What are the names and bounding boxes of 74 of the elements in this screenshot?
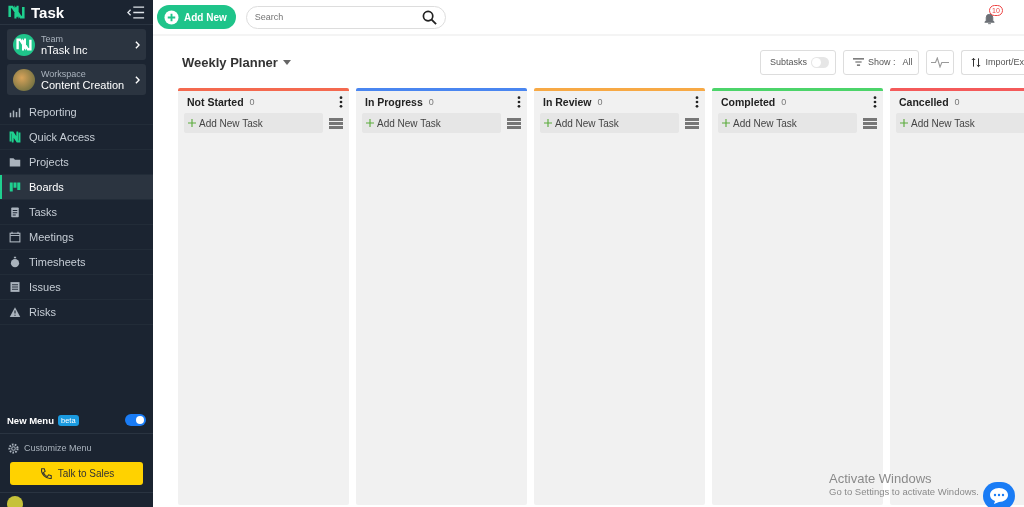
import-export-button[interactable]: Import/Ex	[961, 49, 1024, 75]
nav-item[interactable]: Issues	[0, 275, 153, 300]
team-name: nTask Inc	[41, 44, 88, 56]
logo-icon	[9, 131, 21, 143]
workspace-switcher[interactable]: Workspace Content Creation	[7, 64, 146, 95]
more-options-icon[interactable]	[517, 96, 521, 108]
new-menu-toggle[interactable]	[125, 414, 146, 426]
brand-name: Task	[31, 3, 65, 21]
column-count: 0	[597, 97, 603, 107]
team-avatar-icon	[13, 33, 35, 56]
chat-bubble-icon	[989, 487, 1009, 505]
nav-item[interactable]: Boards	[0, 175, 153, 200]
planner-title-dropdown[interactable]: Weekly Planner	[182, 54, 291, 70]
sort-arrows-icon	[971, 56, 982, 68]
show-filter[interactable]: Show : All	[842, 49, 920, 75]
more-options-icon[interactable]	[695, 96, 699, 108]
add-task-button[interactable]: Add New Task	[184, 113, 323, 133]
list-icon	[9, 281, 21, 293]
add-task-button[interactable]: Add New Task	[718, 113, 857, 133]
column-count: 0	[781, 97, 787, 107]
activity-button[interactable]	[926, 49, 955, 75]
plus-icon	[188, 119, 196, 127]
search-field[interactable]: Search	[245, 5, 446, 29]
plus-circle-icon	[164, 9, 179, 25]
chevron-icon	[135, 75, 140, 84]
plus-icon	[544, 119, 552, 127]
logo-icon	[8, 5, 25, 19]
pulse-icon	[931, 56, 950, 68]
workspace-caption: Workspace	[41, 68, 87, 80]
team-caption: Team	[41, 33, 64, 45]
calendar-icon	[9, 231, 21, 243]
gear-icon	[7, 441, 20, 455]
new-menu-label: New Menu	[7, 414, 54, 426]
talk-to-sales-button[interactable]: Talk to Sales	[10, 462, 143, 485]
add-task-button[interactable]: Add New Task	[362, 113, 501, 133]
collapse-menu-icon[interactable]	[127, 5, 145, 19]
column-count: 0	[428, 97, 434, 107]
customize-menu-link[interactable]: Customize Menu	[0, 437, 153, 459]
column-count: 0	[954, 97, 960, 107]
chevron-icon	[135, 40, 140, 49]
workspace-name: Content Creation	[41, 79, 125, 91]
bulk-add-icon[interactable]	[507, 117, 521, 129]
column-title: In Review	[543, 96, 592, 108]
activation-notice-text: Go to Settings to activate Windows.	[829, 486, 979, 497]
add-task-button[interactable]: Add New Task	[896, 113, 1024, 133]
column-title: In Progress	[365, 96, 423, 108]
column-count: 0	[249, 97, 255, 107]
more-options-icon[interactable]	[873, 96, 877, 108]
team-switcher[interactable]: Team nTask Inc	[7, 29, 146, 60]
filter-icon	[852, 58, 864, 66]
board-icon	[9, 181, 21, 193]
chat-button[interactable]	[983, 482, 1015, 507]
stopwatch-icon	[9, 256, 21, 268]
plus-icon	[722, 119, 730, 127]
column-title: Cancelled	[899, 96, 949, 108]
column-title: Not Started	[187, 96, 244, 108]
clipboard-icon	[9, 206, 21, 218]
more-options-icon[interactable]	[339, 96, 343, 108]
activation-notice-title: Activate Windows	[829, 471, 933, 486]
bulk-add-icon[interactable]	[863, 117, 877, 129]
caret-icon	[282, 59, 291, 65]
chart-icon	[9, 106, 21, 118]
workspace-avatar-icon	[13, 68, 35, 91]
bulk-add-icon[interactable]	[329, 117, 343, 129]
plus-icon	[900, 119, 908, 127]
column-title: Completed	[721, 96, 776, 108]
phone-icon	[38, 466, 53, 481]
folder-icon	[9, 156, 21, 168]
bell-icon[interactable]	[982, 11, 997, 26]
subtasks-toggle[interactable]: Subtasks	[759, 49, 836, 75]
bulk-add-icon[interactable]	[685, 117, 699, 129]
plus-icon	[366, 119, 374, 127]
warning-icon	[9, 306, 21, 318]
add-task-button[interactable]: Add New Task	[540, 113, 679, 133]
